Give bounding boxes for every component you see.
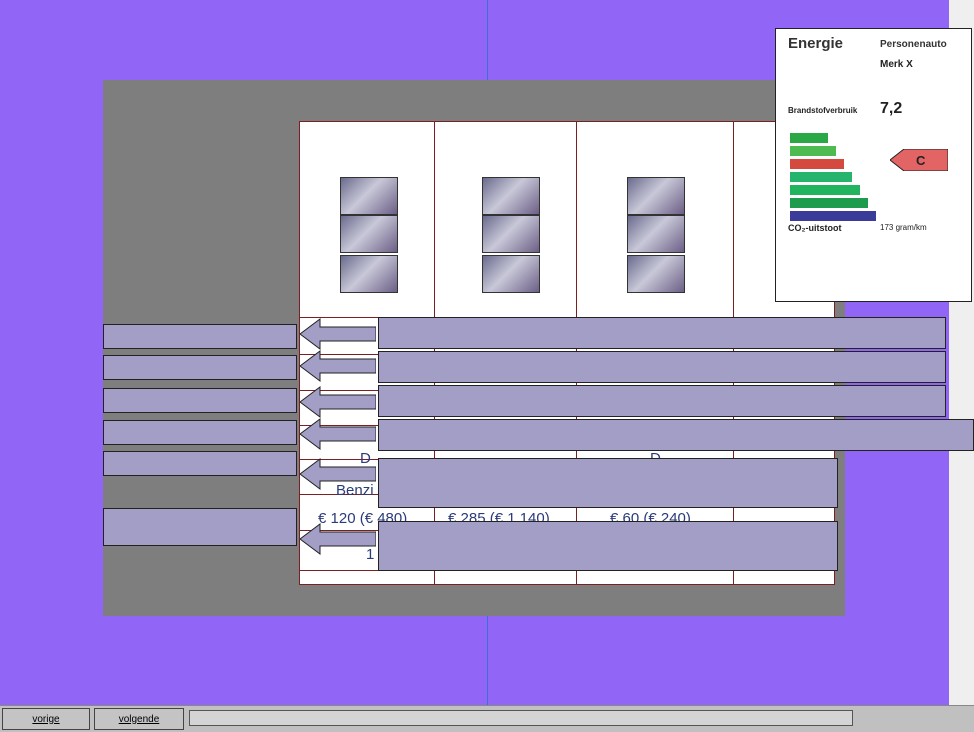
car-image [482,215,540,253]
car-image [340,177,398,215]
row-label-box [103,388,297,413]
description-box [378,351,946,383]
left-arrow-icon [300,418,376,450]
row-label-box [103,324,297,349]
co2-label: CO₂-uitstoot [788,223,842,233]
rating-bar-a [790,133,828,143]
car-image [340,255,398,293]
consumption-label: Brandstofverbruik [788,106,858,115]
left-arrow-icon [300,318,376,350]
row-label-box [103,355,297,380]
row-label-box [103,508,297,546]
left-arrow-icon [300,458,376,490]
left-arrow-icon [300,350,376,382]
row-label-box [103,420,297,445]
description-box [378,458,838,508]
left-arrow-icon [300,523,376,555]
description-box [378,385,946,417]
co2-value: 173 gram/km [880,223,927,232]
car-image [482,177,540,215]
car-image [627,255,685,293]
energy-label-card: Energie Personenauto Merk X Brandstofver… [775,28,972,302]
car-image [482,255,540,293]
description-box [378,521,838,571]
rating-letter: C [916,153,926,168]
consumption-value: 7,2 [880,100,903,117]
car-image [627,177,685,215]
car-image [627,215,685,253]
left-arrow-icon [300,386,376,418]
rating-bar-d [790,172,852,182]
rating-bar-g [790,211,876,221]
status-bar [189,710,853,726]
description-box [378,317,946,349]
previous-button[interactable]: vorige [2,708,90,730]
row-label-box [103,451,297,476]
rating-bar-c [790,159,844,169]
rating-bar-b [790,146,836,156]
brand-name: Merk X [880,59,913,70]
energy-label-category: Personenauto [880,39,947,50]
energy-label-title: Energie [788,35,844,52]
bottom-toolbar: vorige volgende [0,705,974,732]
next-button[interactable]: volgende [94,708,184,730]
rating-bar-e [790,185,860,195]
description-box [378,419,974,451]
rating-bar-f [790,198,868,208]
car-image [340,215,398,253]
